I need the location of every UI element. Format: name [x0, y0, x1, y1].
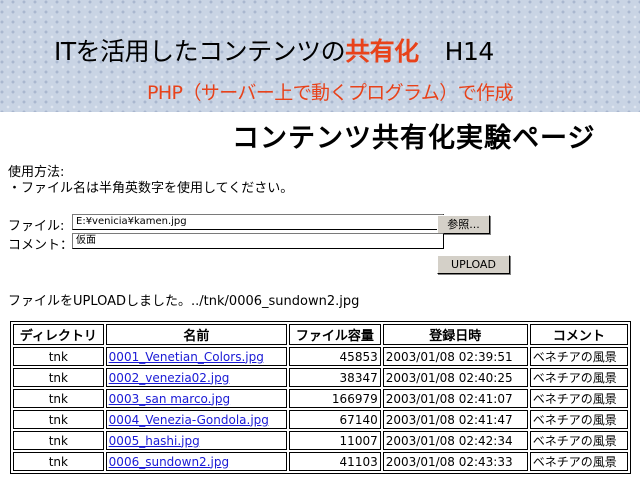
cell-name: 0006_sundown2.jpg — [105, 452, 288, 471]
usage-instructions: 使用方法: ・ファイル名は半角英数字を使用してください。 — [8, 165, 293, 197]
file-input[interactable]: E:¥venicia¥kamen.jpg — [72, 214, 444, 230]
comment-label: コメント： — [8, 238, 74, 253]
cell-name: 0002_venezia02.jpg — [105, 368, 288, 387]
cell-size: 67140 — [289, 410, 381, 429]
cell-size: 45853 — [289, 347, 381, 366]
file-row: ファイル: E:¥venicia¥kamen.jpg — [8, 214, 444, 234]
upload-status-message: ファイルをUPLOADしました。../tnk/0006_sundown2.jpg — [8, 294, 360, 309]
browse-button[interactable]: 参照... — [437, 215, 490, 234]
column-header-size: ファイル容量 — [289, 324, 381, 345]
cell-name: 0003_san marco.jpg — [105, 389, 288, 408]
cell-size: 166979 — [289, 389, 381, 408]
column-header-comment: コメント — [529, 324, 628, 345]
cell-directory: tnk — [13, 347, 104, 366]
page-title: コンテンツ共有化実験ページ — [232, 123, 596, 154]
cell-date: 2003/01/08 02:41:47 — [382, 410, 528, 429]
cell-date: 2003/01/08 02:40:25 — [382, 368, 528, 387]
banner-title-highlight: 共有化 — [345, 37, 419, 66]
cell-directory: tnk — [13, 410, 104, 429]
upload-button[interactable]: UPLOAD — [437, 255, 510, 274]
file-link[interactable]: 0002_venezia02.jpg — [109, 371, 230, 385]
header-banner: ITを活用したコンテンツの共有化 H14 PHP（サーバー上で動くプログラム）で作… — [0, 0, 640, 112]
cell-directory: tnk — [13, 368, 104, 387]
cell-size: 41103 — [289, 452, 381, 471]
comment-input[interactable]: 仮面 — [72, 233, 444, 249]
table-header-row: ディレクトリ 名前 ファイル容量 登録日時 コメント — [13, 324, 628, 345]
column-header-date: 登録日時 — [382, 324, 528, 345]
cell-directory: tnk — [13, 452, 104, 471]
comment-row: コメント： 仮面 — [8, 233, 444, 253]
usage-note: ・ファイル名は半角英数字を使用してください。 — [8, 181, 294, 196]
table-row: tnk 0003_san marco.jpg 166979 2003/01/08… — [13, 389, 628, 408]
file-link[interactable]: 0003_san marco.jpg — [109, 392, 230, 406]
cell-date: 2003/01/08 02:43:33 — [382, 452, 528, 471]
cell-comment: ベネチアの風景 — [529, 431, 628, 450]
file-link[interactable]: 0004_Venezia-Gondola.jpg — [109, 413, 269, 427]
banner-title: ITを活用したコンテンツの共有化 H14 — [54, 32, 640, 68]
cell-comment: ベネチアの風景 — [529, 368, 628, 387]
cell-directory: tnk — [13, 389, 104, 408]
cell-size: 11007 — [289, 431, 381, 450]
cell-date: 2003/01/08 02:41:07 — [382, 389, 528, 408]
file-table: ディレクトリ 名前 ファイル容量 登録日時 コメント tnk 0001_Vene… — [10, 321, 631, 474]
cell-comment: ベネチアの風景 — [529, 452, 628, 471]
table-row: tnk 0006_sundown2.jpg 41103 2003/01/08 0… — [13, 452, 628, 471]
banner-title-main: ITを活用したコンテンツの — [54, 37, 346, 66]
cell-comment: ベネチアの風景 — [529, 410, 628, 429]
cell-name: 0004_Venezia-Gondola.jpg — [105, 410, 288, 429]
file-link[interactable]: 0006_sundown2.jpg — [109, 455, 229, 469]
banner-title-year: H14 — [444, 37, 495, 66]
usage-heading: 使用方法: — [8, 165, 65, 180]
banner-subtitle: PHP（サーバー上で動くプログラム）で作成 — [147, 82, 513, 104]
column-header-name: 名前 — [105, 324, 288, 345]
cell-size: 38347 — [289, 368, 381, 387]
table-row: tnk 0004_Venezia-Gondola.jpg 67140 2003/… — [13, 410, 628, 429]
table-row: tnk 0001_Venetian_Colors.jpg 45853 2003/… — [13, 347, 628, 366]
file-link[interactable]: 0005_hashi.jpg — [109, 434, 200, 448]
cell-comment: ベネチアの風景 — [529, 347, 628, 366]
cell-name: 0001_Venetian_Colors.jpg — [105, 347, 288, 366]
column-header-directory: ディレクトリ — [13, 324, 104, 345]
file-label: ファイル: — [8, 219, 65, 234]
table-row: tnk 0005_hashi.jpg 11007 2003/01/08 02:4… — [13, 431, 628, 450]
cell-name: 0005_hashi.jpg — [105, 431, 288, 450]
file-link[interactable]: 0001_Venetian_Colors.jpg — [109, 350, 264, 364]
table-row: tnk 0002_venezia02.jpg 38347 2003/01/08 … — [13, 368, 628, 387]
cell-date: 2003/01/08 02:42:34 — [382, 431, 528, 450]
cell-comment: ベネチアの風景 — [529, 389, 628, 408]
cell-date: 2003/01/08 02:39:51 — [382, 347, 528, 366]
cell-directory: tnk — [13, 431, 104, 450]
